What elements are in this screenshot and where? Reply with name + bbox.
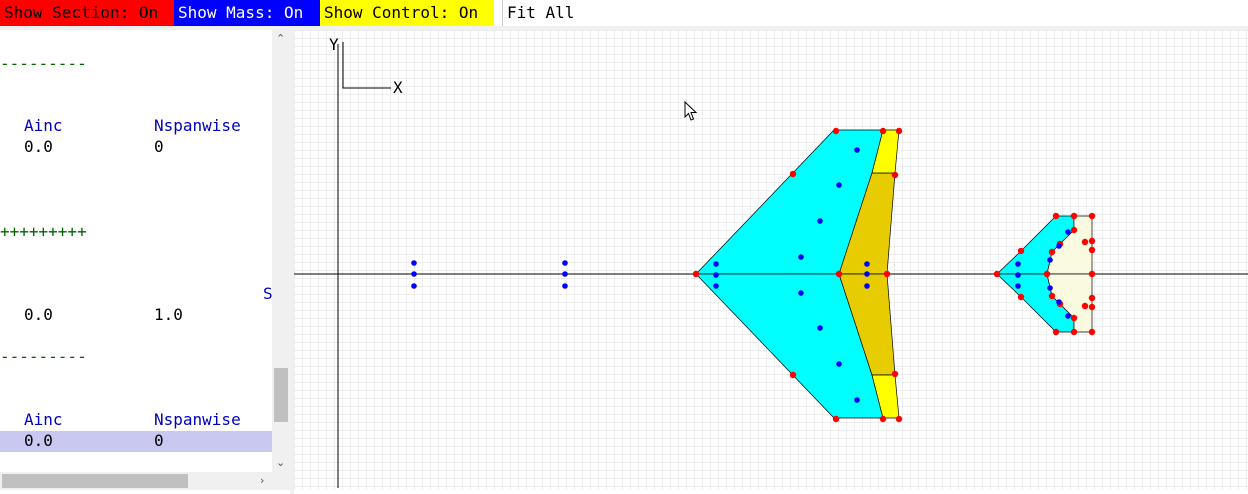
horizontal-scrollbar[interactable]: › [0,472,290,490]
y-axis-label: Y [329,35,339,54]
dash-separator: --------- [0,347,87,366]
value-a: 0.0 [24,305,53,324]
header-nspanwise: Nspanwise [154,116,241,135]
value-ainc: 0.0 [24,137,53,156]
plus-separator: +++++++++ [0,222,87,241]
show-mass-toggle[interactable]: Show Mass: On [174,0,320,26]
header-nspanwise: Nspanwise [154,410,241,429]
geometry-canvas[interactable]: Y X [294,30,1248,490]
value-b: 1.0 [154,305,183,324]
horizontal-scroll-thumb[interactable] [2,474,188,488]
mouse-cursor-icon [684,101,698,121]
value-ainc: 0.0 [24,431,53,450]
vertical-scrollbar[interactable]: ⌃ ⌄ [272,30,290,472]
show-section-toggle[interactable]: Show Section: On [0,0,174,26]
header-ainc: Ainc [24,410,63,429]
chevron-right-icon[interactable]: › [260,474,264,487]
value-nspanwise: 0 [154,431,164,450]
chevron-down-icon[interactable]: ⌄ [276,456,285,469]
partial-header: S [263,284,272,303]
value-nspanwise: 0 [154,137,164,156]
fit-all-button[interactable]: Fit All [502,0,579,26]
show-control-toggle[interactable]: Show Control: On [320,0,494,26]
geometry-text-panel[interactable]: --------- Ainc Nspanwise 0.0 0 +++++++++… [0,30,272,472]
chevron-up-icon[interactable]: ⌃ [276,32,285,45]
x-axis-label: X [393,78,403,97]
vertical-scroll-thumb[interactable] [274,368,288,422]
dash-separator: --------- [0,54,87,73]
toolbar: Show Section: On Show Mass: On Show Cont… [0,0,1248,26]
header-ainc: Ainc [24,116,63,135]
